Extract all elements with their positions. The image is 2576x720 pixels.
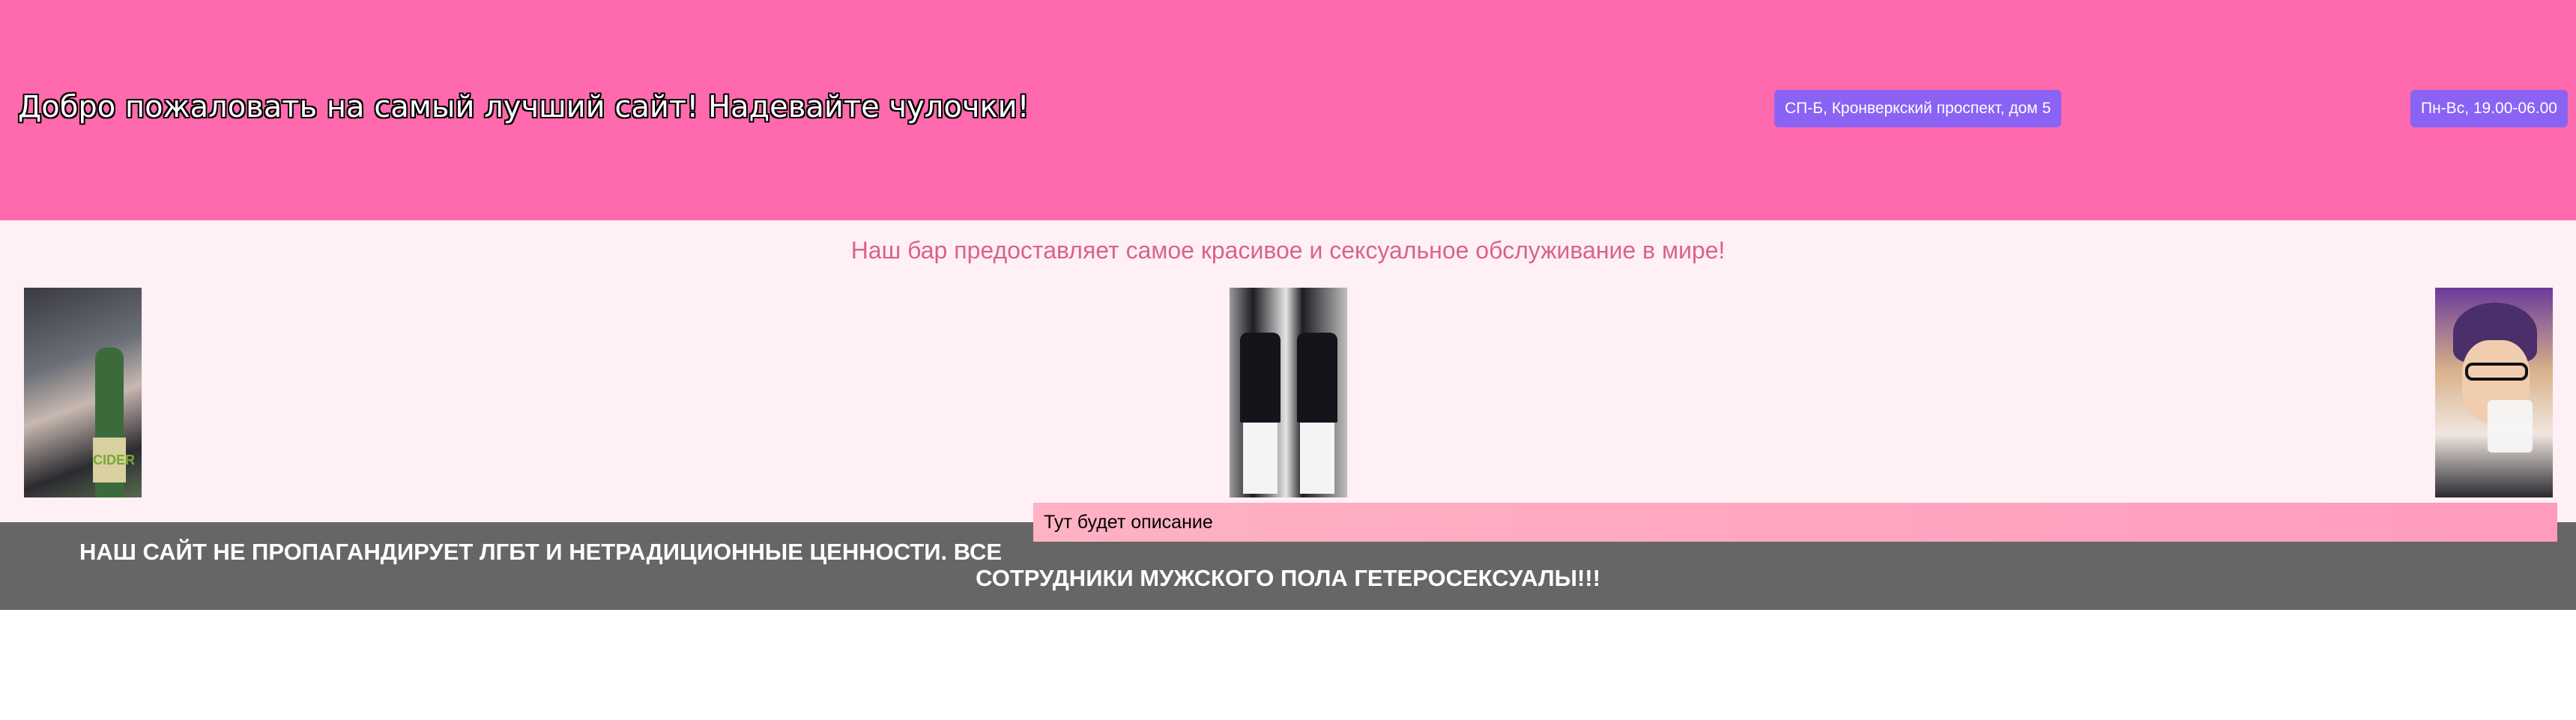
footer-disclaimer-line-2: СОТРУДНИКИ МУЖСКОГО ПОЛА ГЕТЕРОСЕКСУАЛЫ!… (976, 565, 1600, 591)
legs-left (1243, 423, 1278, 494)
address-badge: СП-Б, Кронверкский проспект, дом 5 (1774, 90, 2062, 127)
legs-right (1300, 423, 1334, 494)
main-content: Наш бар предоставляет самое красивое и с… (0, 220, 2576, 522)
bar-photo-dancers (1230, 288, 1347, 497)
footer-disclaimer-line-1: НАШ САЙТ НЕ ПРОПАГАНДИРУЕТ ЛГБТ И НЕТРАД… (79, 539, 1003, 565)
bar-photo-cider: CIDER (24, 288, 142, 497)
bottle-label: CIDER (93, 438, 135, 482)
glass-shape (2488, 400, 2533, 453)
figure-left (1240, 333, 1281, 423)
figure-right (1297, 333, 1337, 423)
page-title: Добро пожаловать на самый лучший сайт! Н… (18, 90, 1030, 124)
tagline: Наш бар предоставляет самое красивое и с… (850, 237, 1726, 264)
bar-photo-drinking (2435, 288, 2553, 497)
site-header: Добро пожаловать на самый лучший сайт! Н… (0, 0, 2576, 220)
hours-badge: Пн-Вс, 19.00-06.00 (2410, 90, 2568, 127)
description-bar: Тут будет описание (1033, 503, 2557, 542)
glasses-shape (2465, 363, 2528, 381)
